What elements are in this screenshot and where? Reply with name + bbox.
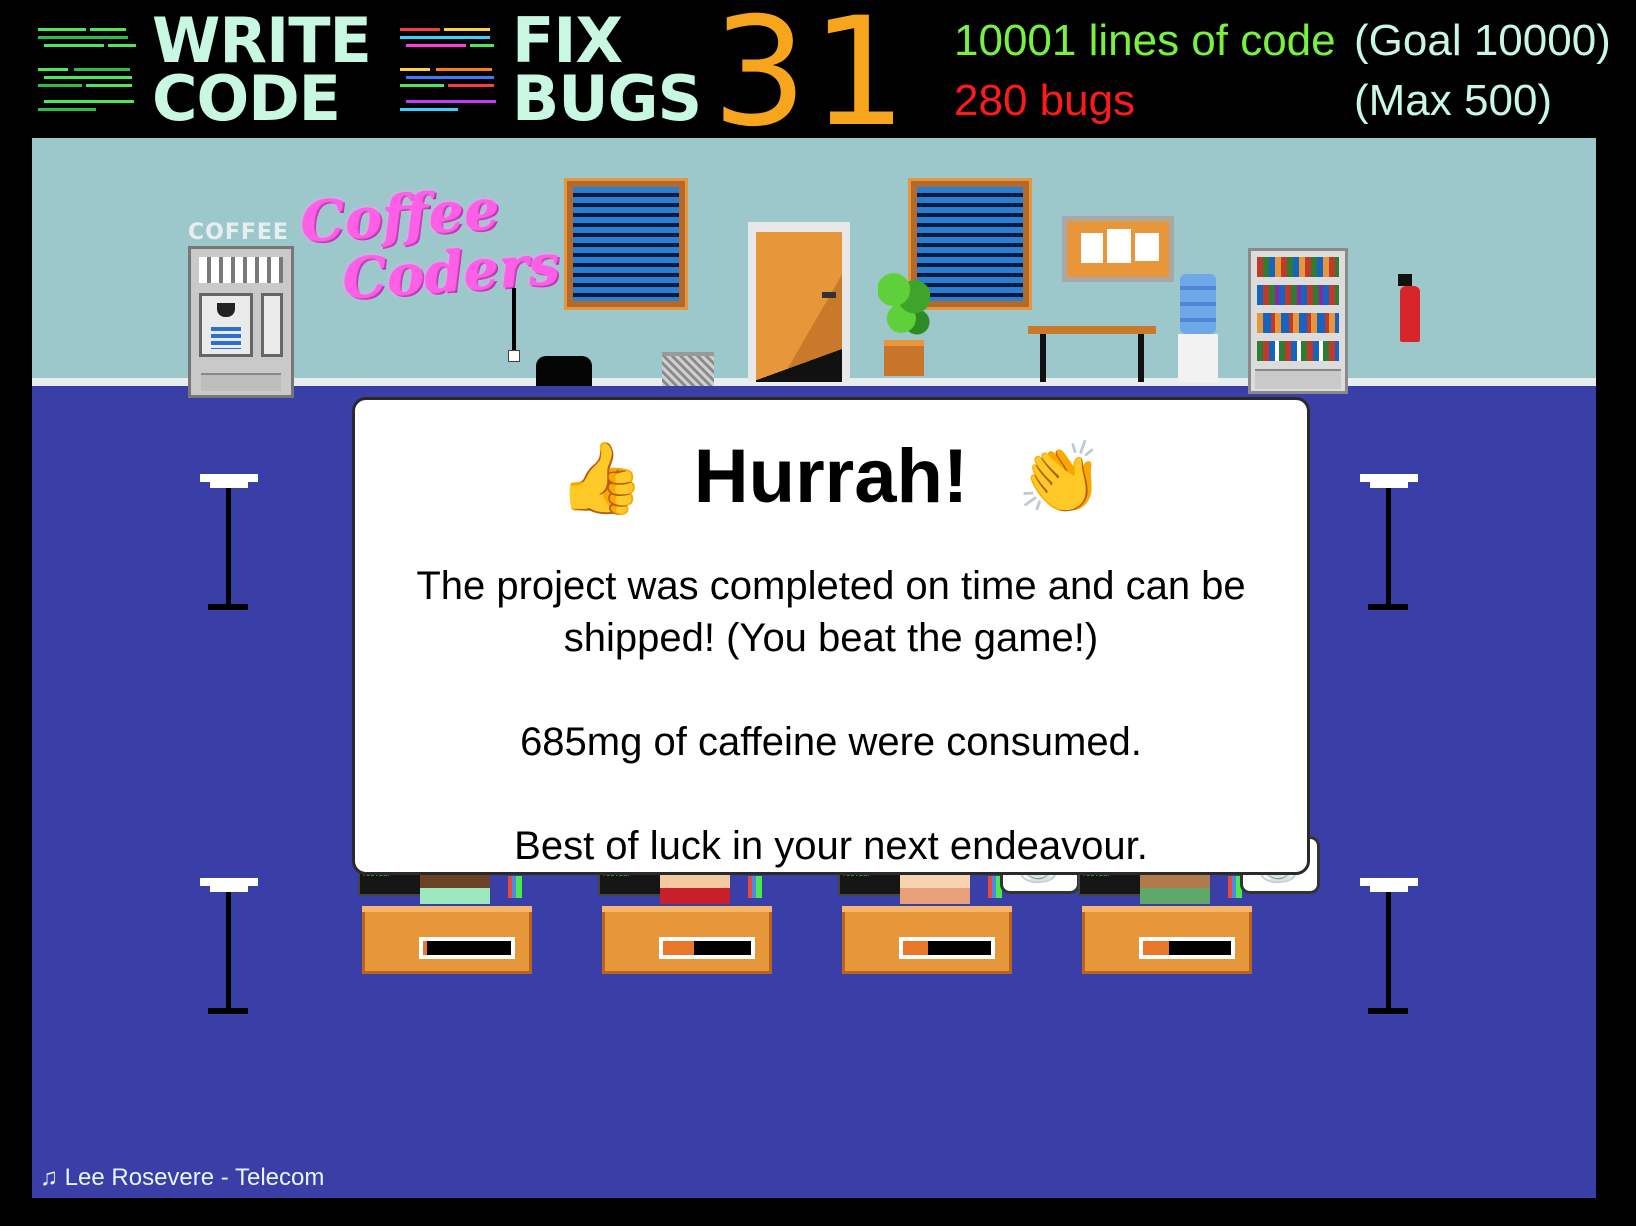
- worker-progress-fill: [1143, 941, 1170, 955]
- write-code-button[interactable]: WRITE CODE: [34, 0, 372, 135]
- worker-progress-bar: [419, 937, 515, 959]
- floor-lamp-bottom-right: [1360, 878, 1420, 1014]
- worker-progress-fill: [663, 941, 694, 955]
- dialog-title: Hurrah!: [693, 434, 969, 519]
- worker-desk: [602, 906, 772, 974]
- lines-goal: (Goal 10000): [1354, 16, 1611, 65]
- worker-progress-bar: [659, 937, 755, 959]
- clapping-hands-icon: 👏: [1017, 439, 1105, 517]
- worker-desk: [1082, 906, 1252, 974]
- floor-lamp-top-right: [1360, 474, 1420, 610]
- game-complete-dialog: 👍 Hurrah! 👏 The project was completed on…: [352, 397, 1310, 875]
- dialog-message-caffeine: 685mg of caffeine were consumed.: [520, 720, 1142, 764]
- worker-progress-fill: [903, 941, 928, 955]
- coffee-machine[interactable]: [188, 246, 294, 398]
- write-code-label: WRITE CODE: [152, 4, 372, 135]
- window-left: [564, 178, 688, 310]
- coffee-machine-label: COFFEE: [188, 220, 289, 245]
- bug-count: 280 bugs: [954, 76, 1136, 125]
- music-track: Lee Rosevere - Telecom: [64, 1164, 325, 1191]
- dialog-title-row: 👍 Hurrah! 👏: [355, 432, 1307, 523]
- day-counter: 31: [712, 0, 911, 160]
- wire-basket: [662, 352, 714, 386]
- worker-progress-fill: [423, 941, 428, 955]
- potted-plant: [872, 268, 936, 378]
- side-table: [1028, 326, 1156, 382]
- music-note-icon: ♫: [40, 1164, 58, 1191]
- fire-extinguisher: [1398, 274, 1422, 342]
- neon-sign-cable: [512, 288, 516, 352]
- fix-bugs-label: FIX BUGS: [512, 4, 702, 135]
- music-credit[interactable]: ♫ Lee Rosevere - Telecom: [40, 1163, 324, 1193]
- neon-sign-line-2: Coders: [339, 231, 562, 313]
- worker-desk: [362, 906, 532, 974]
- office-door[interactable]: [748, 222, 850, 382]
- worker-desk: [842, 906, 1012, 974]
- bug-max: (Max 500): [1354, 76, 1553, 125]
- pen-cup: [748, 876, 762, 898]
- dialog-message-completion: The project was completed on time and ca…: [416, 564, 1246, 660]
- thumbs-up-icon: 👍: [557, 439, 645, 517]
- lines-of-code-count: 10001 lines of code: [954, 16, 1336, 65]
- worker-progress-bar: [899, 937, 995, 959]
- fix-bugs-button[interactable]: FIX BUGS: [396, 0, 706, 135]
- water-cooler: [1178, 274, 1218, 382]
- floor-lamp-top-left: [200, 474, 260, 610]
- pen-cup: [508, 876, 522, 898]
- floor-lamp-bottom-left: [200, 878, 260, 1014]
- worker-progress-bar: [1139, 937, 1235, 959]
- black-trash-bin: [536, 356, 592, 386]
- notice-board: [1062, 216, 1174, 282]
- dialog-message-farewell: Best of luck in your next endeavour.: [514, 824, 1148, 868]
- power-outlet: [508, 350, 520, 362]
- bookshelf: [1248, 248, 1348, 394]
